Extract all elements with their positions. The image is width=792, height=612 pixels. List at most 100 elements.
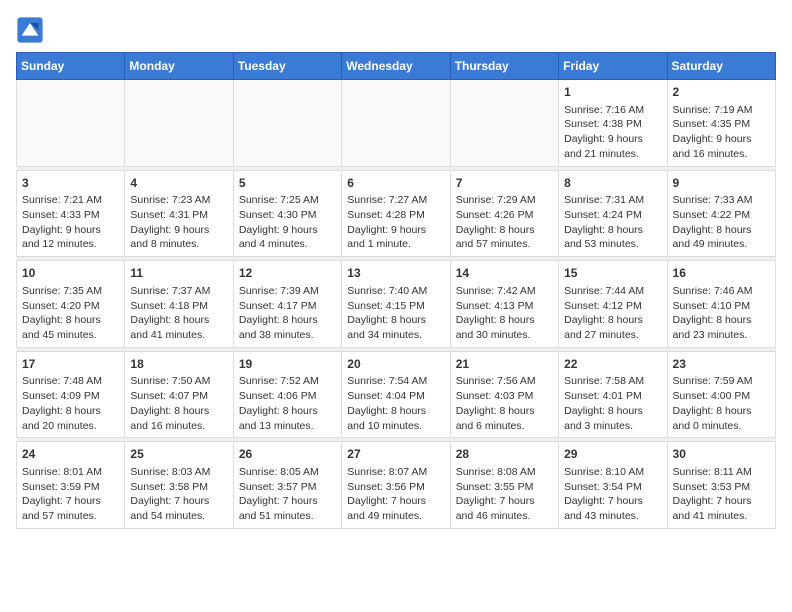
day-number: 7 <box>456 175 553 192</box>
calendar-cell: 27Sunrise: 8:07 AMSunset: 3:56 PMDayligh… <box>342 442 450 529</box>
day-number: 10 <box>22 265 119 282</box>
day-info: Daylight: 7 hours and 51 minutes. <box>239 494 336 523</box>
day-number: 30 <box>673 446 770 463</box>
calendar-cell: 6Sunrise: 7:27 AMSunset: 4:28 PMDaylight… <box>342 170 450 257</box>
day-info: Daylight: 8 hours and 20 minutes. <box>22 404 119 433</box>
day-number: 25 <box>130 446 227 463</box>
day-info: Daylight: 8 hours and 3 minutes. <box>564 404 661 433</box>
day-info: Sunset: 4:13 PM <box>456 299 553 314</box>
day-info: Sunrise: 8:01 AM <box>22 465 119 480</box>
day-info: Sunrise: 7:16 AM <box>564 103 661 118</box>
calendar-cell: 21Sunrise: 7:56 AMSunset: 4:03 PMDayligh… <box>450 351 558 438</box>
day-info: Sunset: 4:03 PM <box>456 389 553 404</box>
day-info: Sunrise: 7:56 AM <box>456 374 553 389</box>
calendar-cell <box>125 80 233 167</box>
day-info: Daylight: 8 hours and 45 minutes. <box>22 313 119 342</box>
day-info: Sunset: 4:28 PM <box>347 208 444 223</box>
day-info: Sunset: 4:33 PM <box>22 208 119 223</box>
day-info: Daylight: 8 hours and 41 minutes. <box>130 313 227 342</box>
day-info: Daylight: 9 hours and 21 minutes. <box>564 132 661 161</box>
day-info: Sunrise: 7:44 AM <box>564 284 661 299</box>
day-info: Daylight: 9 hours and 12 minutes. <box>22 223 119 252</box>
calendar-cell: 29Sunrise: 8:10 AMSunset: 3:54 PMDayligh… <box>559 442 667 529</box>
day-info: Sunset: 4:06 PM <box>239 389 336 404</box>
day-info: Sunset: 4:35 PM <box>673 117 770 132</box>
day-info: Daylight: 9 hours and 4 minutes. <box>239 223 336 252</box>
day-info: Sunset: 3:58 PM <box>130 480 227 495</box>
day-number: 19 <box>239 356 336 373</box>
day-number: 20 <box>347 356 444 373</box>
day-info: Daylight: 7 hours and 43 minutes. <box>564 494 661 523</box>
calendar-cell: 28Sunrise: 8:08 AMSunset: 3:55 PMDayligh… <box>450 442 558 529</box>
day-number: 2 <box>673 84 770 101</box>
day-info: Daylight: 8 hours and 6 minutes. <box>456 404 553 433</box>
day-info: Sunrise: 7:23 AM <box>130 193 227 208</box>
day-info: Sunrise: 7:39 AM <box>239 284 336 299</box>
day-info: Sunset: 3:59 PM <box>22 480 119 495</box>
calendar-header-row: SundayMondayTuesdayWednesdayThursdayFrid… <box>17 53 776 80</box>
day-info: Sunset: 4:10 PM <box>673 299 770 314</box>
day-number: 29 <box>564 446 661 463</box>
calendar-cell: 10Sunrise: 7:35 AMSunset: 4:20 PMDayligh… <box>17 261 125 348</box>
day-number: 6 <box>347 175 444 192</box>
day-info: Sunset: 4:38 PM <box>564 117 661 132</box>
calendar-cell <box>450 80 558 167</box>
logo-icon <box>16 16 44 44</box>
day-info: Sunset: 4:07 PM <box>130 389 227 404</box>
day-number: 5 <box>239 175 336 192</box>
day-info: Sunset: 4:15 PM <box>347 299 444 314</box>
day-number: 1 <box>564 84 661 101</box>
header-wednesday: Wednesday <box>342 53 450 80</box>
calendar-cell: 8Sunrise: 7:31 AMSunset: 4:24 PMDaylight… <box>559 170 667 257</box>
day-info: Sunrise: 7:50 AM <box>130 374 227 389</box>
day-number: 22 <box>564 356 661 373</box>
calendar-cell: 22Sunrise: 7:58 AMSunset: 4:01 PMDayligh… <box>559 351 667 438</box>
day-info: Sunrise: 7:59 AM <box>673 374 770 389</box>
day-info: Daylight: 8 hours and 0 minutes. <box>673 404 770 433</box>
day-number: 14 <box>456 265 553 282</box>
header-thursday: Thursday <box>450 53 558 80</box>
day-info: Sunset: 4:09 PM <box>22 389 119 404</box>
calendar-cell: 4Sunrise: 7:23 AMSunset: 4:31 PMDaylight… <box>125 170 233 257</box>
page-header <box>16 16 776 44</box>
calendar-cell: 23Sunrise: 7:59 AMSunset: 4:00 PMDayligh… <box>667 351 775 438</box>
day-info: Daylight: 9 hours and 1 minute. <box>347 223 444 252</box>
day-info: Daylight: 7 hours and 57 minutes. <box>22 494 119 523</box>
day-number: 3 <box>22 175 119 192</box>
day-info: Sunset: 4:18 PM <box>130 299 227 314</box>
day-info: Sunset: 4:22 PM <box>673 208 770 223</box>
day-number: 26 <box>239 446 336 463</box>
day-info: Daylight: 7 hours and 41 minutes. <box>673 494 770 523</box>
day-info: Sunset: 3:56 PM <box>347 480 444 495</box>
day-info: Sunrise: 7:48 AM <box>22 374 119 389</box>
calendar-cell: 16Sunrise: 7:46 AMSunset: 4:10 PMDayligh… <box>667 261 775 348</box>
calendar-week-5: 24Sunrise: 8:01 AMSunset: 3:59 PMDayligh… <box>17 442 776 529</box>
day-number: 16 <box>673 265 770 282</box>
day-info: Sunrise: 7:54 AM <box>347 374 444 389</box>
calendar-cell: 20Sunrise: 7:54 AMSunset: 4:04 PMDayligh… <box>342 351 450 438</box>
calendar-cell: 11Sunrise: 7:37 AMSunset: 4:18 PMDayligh… <box>125 261 233 348</box>
day-info: Daylight: 9 hours and 16 minutes. <box>673 132 770 161</box>
day-info: Daylight: 8 hours and 16 minutes. <box>130 404 227 433</box>
day-number: 11 <box>130 265 227 282</box>
header-sunday: Sunday <box>17 53 125 80</box>
day-number: 27 <box>347 446 444 463</box>
calendar-cell <box>17 80 125 167</box>
day-info: Sunrise: 8:05 AM <box>239 465 336 480</box>
day-number: 23 <box>673 356 770 373</box>
day-info: Sunrise: 7:21 AM <box>22 193 119 208</box>
header-friday: Friday <box>559 53 667 80</box>
calendar-table: SundayMondayTuesdayWednesdayThursdayFrid… <box>16 52 776 529</box>
day-info: Daylight: 8 hours and 49 minutes. <box>673 223 770 252</box>
day-info: Sunrise: 7:46 AM <box>673 284 770 299</box>
day-info: Daylight: 8 hours and 27 minutes. <box>564 313 661 342</box>
day-info: Sunrise: 7:40 AM <box>347 284 444 299</box>
day-info: Sunset: 4:30 PM <box>239 208 336 223</box>
calendar-cell: 30Sunrise: 8:11 AMSunset: 3:53 PMDayligh… <box>667 442 775 529</box>
day-number: 4 <box>130 175 227 192</box>
calendar-cell: 3Sunrise: 7:21 AMSunset: 4:33 PMDaylight… <box>17 170 125 257</box>
day-info: Sunset: 4:20 PM <box>22 299 119 314</box>
day-info: Sunset: 3:53 PM <box>673 480 770 495</box>
day-info: Daylight: 7 hours and 54 minutes. <box>130 494 227 523</box>
day-info: Sunrise: 7:19 AM <box>673 103 770 118</box>
